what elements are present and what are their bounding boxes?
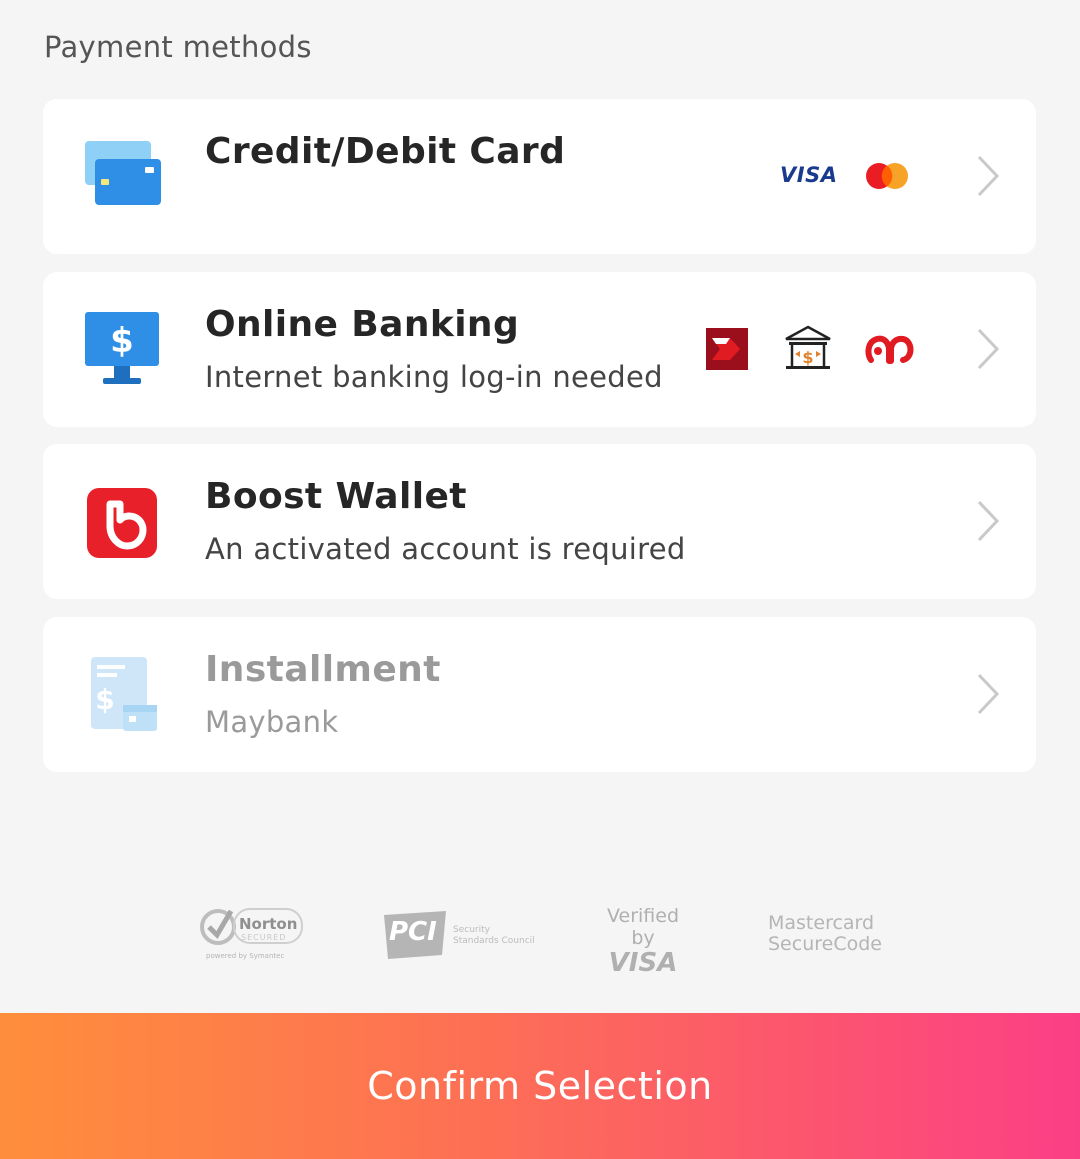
verified-by-visa-badge: Verified by VISA — [593, 905, 693, 977]
card-logos: VISA — [780, 151, 960, 201]
method-subtitle: Internet banking log-in needed — [205, 360, 663, 394]
verified-by-label: Verified by — [606, 905, 680, 949]
mastercard-logo — [866, 163, 908, 189]
method-title: Credit/Debit Card — [205, 131, 566, 172]
chevron-right-icon — [977, 673, 1000, 715]
method-subtitle: Maybank — [205, 705, 339, 739]
credit-card-icon — [85, 141, 161, 205]
computer-dollar-icon: $ — [85, 312, 159, 384]
payment-option-boost-wallet[interactable]: Boost Wallet An activated account is req… — [43, 444, 1036, 599]
payment-option-installment[interactable]: $ Installment Maybank — [43, 617, 1036, 772]
pci-security-label: Security — [453, 925, 490, 935]
bank-building-logo: $ — [785, 325, 831, 369]
norton-secured-badge: Norton SECURED powered by Symantec — [198, 905, 308, 965]
mastercard-securecode-badge: Mastercard SecureCode — [768, 905, 888, 965]
mastercard-label: Mastercard — [768, 912, 875, 934]
method-subtitle: An activated account is required — [205, 532, 686, 566]
chevron-right-icon — [977, 500, 1000, 542]
norton-powered-label: powered by Symantec — [206, 952, 285, 960]
payment-option-credit-debit-card[interactable]: Credit/Debit Card VISA — [43, 99, 1036, 254]
bank-red-logo — [706, 328, 748, 370]
pci-council-label: Standards Council — [453, 936, 535, 946]
boost-wallet-icon — [87, 488, 157, 558]
method-title: Online Banking — [205, 304, 520, 345]
page-title: Payment methods — [44, 30, 312, 64]
visa-logo: VISA — [780, 163, 838, 187]
pci-label: PCI — [389, 917, 437, 947]
bank-logos: $ — [703, 324, 963, 374]
svg-text:$: $ — [95, 683, 114, 716]
ambank-logo — [865, 335, 914, 364]
installment-icon: $ — [91, 657, 157, 731]
pci-badge: PCI Security Standards Council — [380, 905, 535, 965]
norton-label: Norton — [239, 915, 298, 933]
method-title: Installment — [205, 649, 441, 690]
payment-option-online-banking[interactable]: $ Online Banking Internet banking log-in… — [43, 272, 1036, 427]
verified-visa-label: VISA — [608, 948, 678, 978]
confirm-selection-button[interactable]: Confirm Selection — [0, 1013, 1080, 1159]
svg-text:$: $ — [802, 348, 813, 367]
norton-secured-label: SECURED — [241, 933, 287, 942]
method-title: Boost Wallet — [205, 476, 467, 517]
securecode-label: SecureCode — [768, 933, 882, 955]
svg-text:$: $ — [110, 321, 134, 361]
chevron-right-icon — [977, 328, 1000, 370]
chevron-right-icon — [977, 155, 1000, 197]
